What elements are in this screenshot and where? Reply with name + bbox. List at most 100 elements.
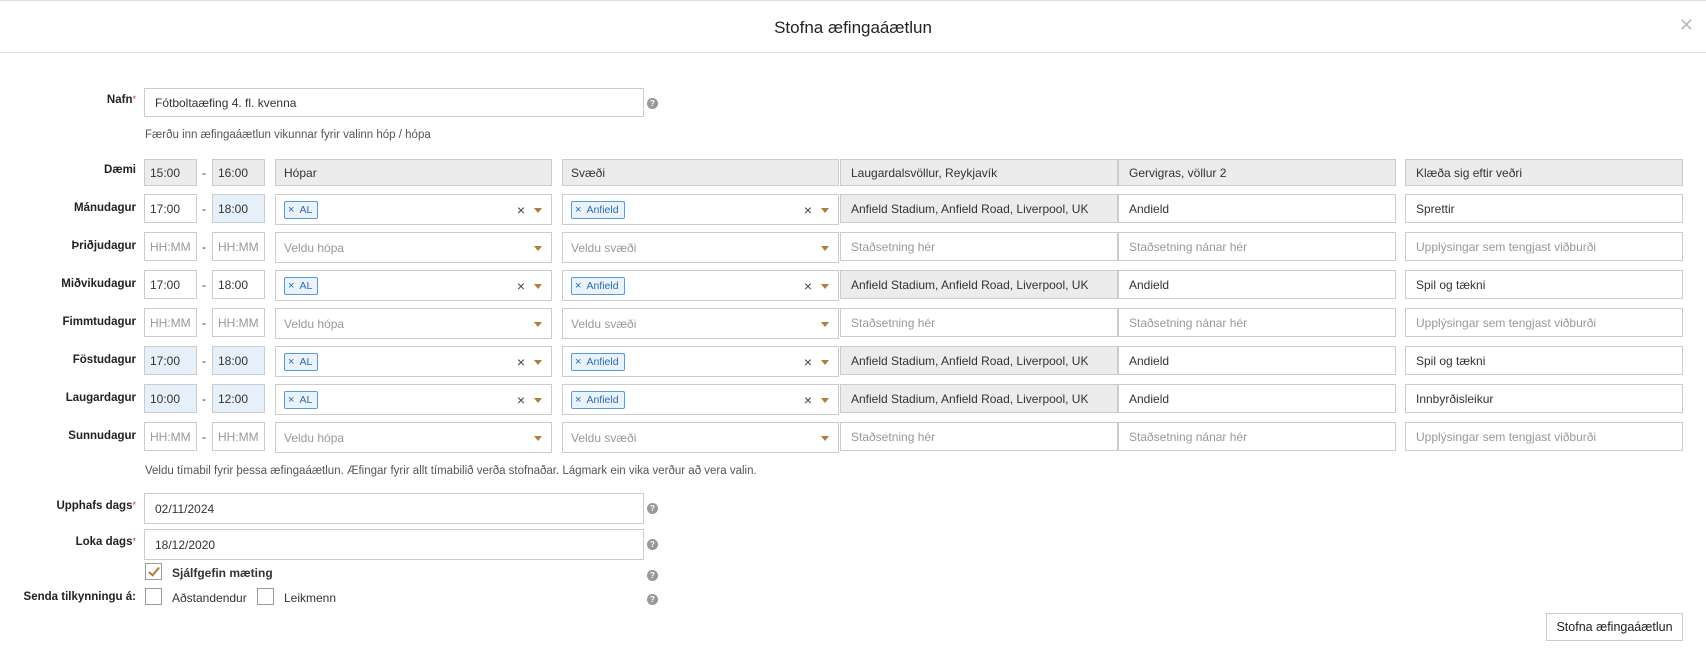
chevron-down-icon[interactable] [534,397,542,403]
end-time-input[interactable]: HH:MM [212,232,265,261]
chevron-down-icon[interactable] [534,245,542,251]
help-icon[interactable]: ? [647,594,658,605]
remove-tag-icon[interactable]: × [575,394,581,406]
location-detail-input[interactable]: Andield [1118,384,1396,413]
chevron-down-icon[interactable] [821,359,829,365]
chevron-down-icon[interactable] [534,435,542,441]
chevron-down-icon[interactable] [821,397,829,403]
location-detail-input[interactable]: Staðsetning nánar hér [1118,422,1396,451]
end-time-input[interactable]: 12:00 [212,384,265,413]
day-label: Föstudagur [72,354,136,366]
chevron-down-icon[interactable] [534,283,542,289]
start-time-input[interactable]: HH:MM [144,232,197,261]
end-time-input[interactable]: HH:MM [212,422,265,451]
name-label-text: Nafn [106,94,133,106]
location-detail-input[interactable]: Staðsetning nánar hér [1118,232,1396,261]
groups-select[interactable]: × AL × [275,194,552,225]
period-hint: Veldu tímabil fyrir þessa æfingaáætlun. … [145,465,757,477]
groups-select[interactable]: × AL × [275,346,552,377]
area-select[interactable]: Veldu svæði [562,422,839,453]
chevron-down-icon[interactable] [821,283,829,289]
help-icon[interactable]: ? [647,539,658,550]
start-time-input[interactable]: 10:00 [144,384,197,413]
info-input[interactable]: Sprettir [1405,194,1683,223]
clear-icon[interactable]: × [517,278,525,294]
area-select[interactable]: Veldu svæði [562,308,839,339]
clear-icon[interactable]: × [804,202,812,218]
example-groups: Hópar [275,159,552,186]
chevron-down-icon[interactable] [534,207,542,213]
notify-label: Senda tilkynningu á: [23,591,136,603]
start-time-input[interactable]: 17:00 [144,194,197,223]
chevron-down-icon[interactable] [534,359,542,365]
area-select[interactable]: × Anfield × [562,194,839,225]
remove-tag-icon[interactable]: × [288,280,294,292]
remove-tag-icon[interactable]: × [288,204,294,216]
clear-icon[interactable]: × [517,202,525,218]
area-select[interactable]: × Anfield × [562,346,839,377]
location-input[interactable]: Staðsetning hér [840,232,1118,261]
groups-select[interactable]: × AL × [275,270,552,301]
groups-select[interactable]: Veldu hópa [275,308,552,339]
notify-players-checkbox[interactable] [257,588,274,605]
chevron-down-icon[interactable] [821,321,829,327]
end-time-input[interactable]: 18:00 [212,194,265,223]
group-tag-label: AL [299,203,313,216]
area-tag: × Anfield [571,276,625,295]
area-select[interactable]: × Anfield × [562,270,839,301]
remove-tag-icon[interactable]: × [288,356,294,368]
area-select[interactable]: Veldu svæði [562,232,839,263]
remove-tag-icon[interactable]: × [288,394,294,406]
area-tag-label: Anfield [586,203,619,216]
location-input[interactable]: Staðsetning hér [840,422,1118,451]
day-label: Miðvikudagur [61,278,136,290]
end-time-input[interactable]: HH:MM [212,308,265,337]
chevron-down-icon[interactable] [821,245,829,251]
location-input[interactable]: Staðsetning hér [840,308,1118,337]
start-date-input[interactable]: 02/11/2024 [144,493,644,524]
area-select[interactable]: × Anfield × [562,384,839,415]
notify-guardians-checkbox[interactable] [145,588,162,605]
modal-header: Stofna æfingaáætlun ✕ [0,1,1706,53]
end-time-input[interactable]: 18:00 [212,270,265,299]
chevron-down-icon[interactable] [821,207,829,213]
start-time-input[interactable]: HH:MM [144,308,197,337]
info-input[interactable]: Innbyrðisleikur [1405,384,1683,413]
help-icon[interactable]: ? [647,570,658,581]
clear-icon[interactable]: × [804,354,812,370]
end-time-input[interactable]: 18:00 [212,346,265,375]
clear-icon[interactable]: × [517,354,525,370]
location-detail-input[interactable]: Andield [1118,270,1396,299]
info-input[interactable]: Upplýsingar sem tengjast viðburði [1405,232,1683,261]
info-input[interactable]: Upplýsingar sem tengjast viðburði [1405,422,1683,451]
name-input[interactable]: Fótboltaæfing 4. fl. kvenna [144,88,644,117]
create-schedule-button[interactable]: Stofna æfingaáætlun [1546,613,1683,641]
example-location-detail: Gervigras, völlur 2 [1118,159,1396,186]
close-icon[interactable]: ✕ [1679,15,1694,35]
start-time-input[interactable]: HH:MM [144,422,197,451]
start-time-input[interactable]: 17:00 [144,346,197,375]
check-icon [148,564,160,577]
chevron-down-icon[interactable] [534,321,542,327]
remove-tag-icon[interactable]: × [575,280,581,292]
end-date-input[interactable]: 18/12/2020 [144,529,644,560]
remove-tag-icon[interactable]: × [575,356,581,368]
info-input[interactable]: Upplýsingar sem tengjast viðburði [1405,308,1683,337]
chevron-down-icon[interactable] [821,435,829,441]
clear-icon[interactable]: × [804,392,812,408]
location-detail-input[interactable]: Andield [1118,346,1396,375]
default-attendance-checkbox[interactable] [145,563,162,580]
clear-icon[interactable]: × [804,278,812,294]
remove-tag-icon[interactable]: × [575,204,581,216]
clear-icon[interactable]: × [517,392,525,408]
groups-select[interactable]: × AL × [275,384,552,415]
start-time-input[interactable]: 17:00 [144,270,197,299]
groups-select[interactable]: Veldu hópa [275,422,552,453]
info-input[interactable]: Spil og tækni [1405,346,1683,375]
location-detail-input[interactable]: Staðsetning nánar hér [1118,308,1396,337]
location-detail-input[interactable]: Andield [1118,194,1396,223]
groups-select[interactable]: Veldu hópa [275,232,552,263]
info-input[interactable]: Spil og tækni [1405,270,1683,299]
help-icon[interactable]: ? [647,98,658,109]
help-icon[interactable]: ? [647,503,658,514]
